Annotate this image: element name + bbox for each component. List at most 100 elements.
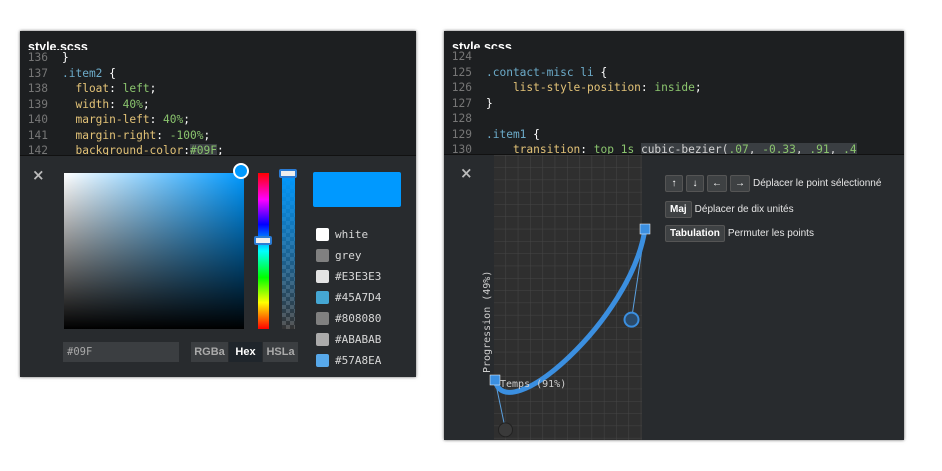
code-token: { <box>109 66 116 80</box>
line-number: 128 <box>451 112 472 125</box>
current-color-swatch <box>313 172 401 207</box>
code-line[interactable]: 137 .item2 { <box>20 66 416 82</box>
code-line[interactable]: 124 <box>444 49 904 65</box>
line-number: 141 <box>27 128 48 142</box>
inline-color-editor: × white grey #E3E3E3 #45A7D4 #808080 #ABABAB #… <box>20 155 416 377</box>
key-cap: ↓ <box>686 175 704 192</box>
code-token: : <box>640 81 655 94</box>
code-token: inside <box>654 81 695 94</box>
line-number: 136 <box>27 51 48 64</box>
code-token: .item2 <box>62 66 110 80</box>
swatch-item[interactable]: grey <box>316 245 381 266</box>
code-token: { <box>533 127 540 141</box>
swatch-color <box>316 312 329 325</box>
code-token: } <box>62 51 69 64</box>
bezier-graph[interactable]: Progression (49%) Temps (91%) <box>444 155 904 440</box>
bezier-curve-editor: style.scss 124 125 .contact-misc li {126 l… <box>444 31 904 440</box>
code-token: ; <box>183 113 191 126</box>
saturation-value-area[interactable] <box>64 173 244 329</box>
key-cap: Maj <box>665 201 692 218</box>
code-token: float <box>62 82 110 95</box>
line-number: 124 <box>451 50 472 63</box>
line-number: 126 <box>451 81 472 94</box>
code-line[interactable]: 127} <box>444 96 904 112</box>
key-cap: ↑ <box>665 175 683 192</box>
swatch-label: #808080 <box>335 312 382 325</box>
inline-bezier-editor: × Progression (49%) Temps (91%) ↑ ↓ ← → Dépl… <box>444 154 904 440</box>
swatch-label: white <box>335 228 369 241</box>
swatch-item[interactable]: white <box>316 224 381 245</box>
code-token: ; <box>149 82 157 95</box>
code-line[interactable]: 136} <box>20 50 416 66</box>
control-point-2 <box>623 311 640 328</box>
opacity-handle[interactable] <box>279 169 297 178</box>
swatch-item[interactable]: #E3E3E3 <box>316 266 381 287</box>
code-token: : <box>109 97 123 111</box>
swatch-label: #57A8EA <box>335 354 382 367</box>
swatch-item[interactable]: #808080 <box>316 308 381 329</box>
start-point <box>489 374 501 386</box>
code-line[interactable]: 129 .item1 { <box>444 127 904 143</box>
hint-text: Déplacer le point sélectionné <box>753 178 882 189</box>
code-token: margin-left <box>62 113 150 126</box>
swatch-color <box>316 270 329 283</box>
swatch-label: #E3E3E3 <box>335 270 382 283</box>
format-hsla-button[interactable]: HSLa <box>263 342 298 362</box>
saturation-handle[interactable] <box>233 163 249 179</box>
opacity-slider[interactable] <box>282 173 295 329</box>
code-token: ; <box>203 128 211 142</box>
code-token: : <box>156 128 170 142</box>
hue-handle[interactable] <box>254 236 272 245</box>
hint-row: Tabulation Permuter les points <box>665 225 814 242</box>
code-token: left <box>122 82 150 95</box>
format-hex-button[interactable]: Hex <box>229 342 262 362</box>
close-icon[interactable]: × <box>32 166 45 184</box>
line-number: 138 <box>27 82 48 95</box>
hint-text: Permuter les points <box>727 228 814 239</box>
line-number: 139 <box>27 97 48 111</box>
code-token: list-style-position <box>486 81 641 94</box>
swatch-label: #45A7D4 <box>335 291 382 304</box>
code-line[interactable]: 125 .contact-misc li { <box>444 65 904 81</box>
key-cap: Tabulation <box>665 225 725 242</box>
code-line[interactable]: 141 margin-right: -100%; <box>20 128 416 144</box>
code-token: : <box>109 82 123 95</box>
code-line[interactable]: 140 margin-left: 40%; <box>20 112 416 128</box>
code-token: -100% <box>169 128 204 142</box>
hue-slider[interactable] <box>258 173 269 329</box>
format-rgba-button[interactable]: RGBa <box>191 342 228 362</box>
swatch-item[interactable]: #45A7D4 <box>316 287 381 308</box>
end-point <box>639 223 651 235</box>
hint-row: ↑ ↓ ← → Déplacer le point sélectionné <box>665 175 881 192</box>
code-token: margin-right <box>62 128 157 142</box>
code-line[interactable]: 126 list-style-position: inside; <box>444 80 904 96</box>
code-lines-right[interactable]: 124 125 .contact-misc li {126 list-style-p… <box>444 49 904 158</box>
swatch-color <box>316 333 329 346</box>
swatch-label: grey <box>335 249 362 262</box>
code-token: width <box>62 97 110 111</box>
swatch-item[interactable]: #57A8EA <box>316 350 381 371</box>
code-token: } <box>486 96 493 110</box>
color-picker-editor: style.scss 136} 137 .item2 {138 float: lef… <box>20 31 416 377</box>
code-line[interactable]: 139 width: 40%; <box>20 97 416 113</box>
code-token: .item1 <box>486 127 534 141</box>
code-line[interactable]: 138 float: left; <box>20 81 416 97</box>
line-number: 140 <box>27 113 48 126</box>
line-number: 127 <box>451 96 472 110</box>
line-number: 125 <box>451 65 472 79</box>
key-cap: → <box>730 175 750 192</box>
code-token: 40% <box>122 97 143 111</box>
swatch-color <box>316 249 329 262</box>
code-token: ; <box>142 97 150 111</box>
code-line[interactable]: 128 <box>444 111 904 127</box>
swatch-item[interactable]: #ABABAB <box>316 329 381 350</box>
color-value-input[interactable] <box>63 342 179 362</box>
swatch-color <box>316 228 329 241</box>
code-lines-left[interactable]: 136} 137 .item2 {138 float: left; 139 width… <box>20 50 416 159</box>
code-token: .contact-misc li <box>486 65 601 79</box>
swatch-list: white grey #E3E3E3 #45A7D4 #808080 #ABABAB #57… <box>316 224 381 371</box>
hint-text: Déplacer de dix unités <box>694 204 794 215</box>
code-token: ; <box>694 81 702 94</box>
key-cap: ← <box>707 175 727 192</box>
code-token: 40% <box>163 113 184 126</box>
